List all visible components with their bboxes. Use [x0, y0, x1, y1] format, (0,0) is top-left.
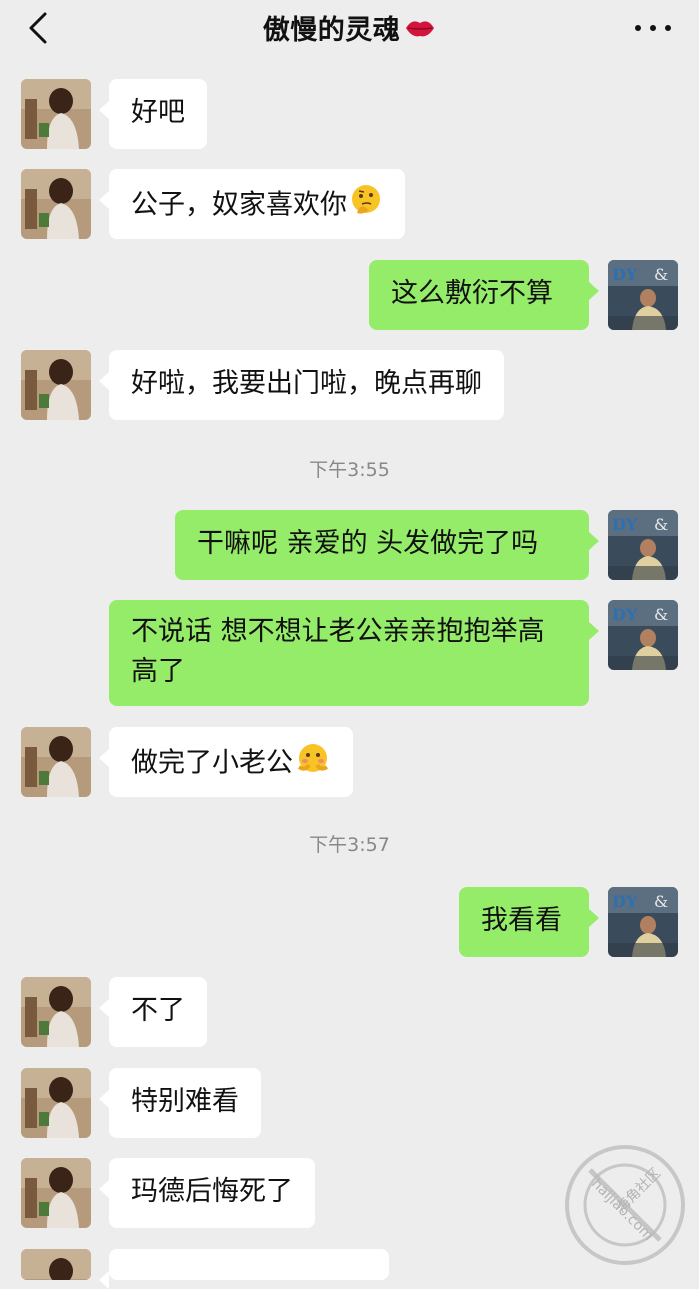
- message-bubble-incoming[interactable]: 做完了小老公: [99, 727, 353, 797]
- svg-text:DY: DY: [612, 515, 638, 534]
- more-dot: [635, 25, 641, 31]
- svg-text:&: &: [654, 265, 668, 284]
- avatar-self[interactable]: DY &: [608, 260, 678, 330]
- avatar-contact[interactable]: [21, 79, 91, 149]
- message-text: 公子，奴家喜欢你: [131, 189, 347, 221]
- message-bubble-outgoing[interactable]: 这么敷衍不算: [369, 260, 599, 330]
- svg-text:&: &: [654, 892, 668, 911]
- message-bubble-incoming[interactable]: 好吧: [99, 79, 207, 149]
- avatar-self[interactable]: DY &: [608, 887, 678, 957]
- avatar-self[interactable]: DY &: [608, 600, 678, 670]
- message-bubble-incoming[interactable]: 玛德后悔死了: [99, 1158, 315, 1228]
- more-dot: [650, 25, 656, 31]
- shy-face-icon: [295, 741, 331, 787]
- message-bubble-outgoing[interactable]: 干嘛呢 亲爱的 头发做完了吗: [175, 510, 599, 580]
- message-bubble-incoming[interactable]: 不了: [99, 977, 207, 1047]
- kiss-lips-icon: [404, 16, 436, 47]
- svg-text:DY: DY: [612, 265, 638, 284]
- more-dots-icon[interactable]: [635, 20, 671, 36]
- avatar-contact[interactable]: [21, 169, 91, 239]
- avatar-contact[interactable]: [21, 1158, 91, 1228]
- message-bubble-incoming[interactable]: 特别难看: [99, 1068, 261, 1138]
- svg-text:&: &: [654, 605, 668, 624]
- avatar-contact[interactable]: [21, 1068, 91, 1138]
- message-bubble-incoming[interactable]: 公子，奴家喜欢你: [99, 169, 405, 239]
- avatar-self[interactable]: DY &: [608, 510, 678, 580]
- message-text: 做完了小老公: [131, 747, 293, 779]
- more-dot: [665, 25, 671, 31]
- message-text: 不了: [131, 995, 185, 1026]
- message-bubble-incoming-partial[interactable]: [99, 1249, 389, 1289]
- svg-text:DY: DY: [612, 605, 638, 624]
- chat-header: 傲慢的灵魂: [0, 0, 699, 56]
- message-text: 特别难看: [131, 1086, 239, 1117]
- chat-title-text: 傲慢的灵魂: [262, 15, 401, 46]
- avatar-contact[interactable]: [21, 977, 91, 1047]
- message-bubble-outgoing[interactable]: 不说话 想不想让老公亲亲抱抱举高高了: [109, 600, 599, 706]
- timestamp: 下午3:55: [309, 459, 390, 481]
- chat-title: 傲慢的灵魂: [0, 8, 699, 47]
- avatar-contact[interactable]: [21, 1249, 91, 1280]
- thinking-face-icon: [349, 183, 383, 229]
- message-text: 不说话 想不想让老公亲亲抱抱举高高了: [131, 616, 545, 687]
- message-bubble-outgoing[interactable]: 我看看: [459, 887, 599, 957]
- message-text: 这么敷衍不算: [391, 278, 553, 309]
- message-text: 我看看: [481, 905, 562, 936]
- message-text: 好啦，我要出门啦，晚点再聊: [131, 368, 482, 399]
- avatar-contact[interactable]: [21, 350, 91, 420]
- watermark-logo: 海角社区 haijiao.com: [560, 1140, 690, 1270]
- message-text: 干嘛呢 亲爱的 头发做完了吗: [197, 528, 539, 559]
- message-text: 好吧: [131, 97, 185, 128]
- svg-text:DY: DY: [612, 892, 638, 911]
- message-text: 玛德后悔死了: [131, 1176, 293, 1207]
- message-bubble-incoming[interactable]: 好啦，我要出门啦，晚点再聊: [99, 350, 504, 420]
- avatar-contact[interactable]: [21, 727, 91, 797]
- svg-text:&: &: [654, 515, 668, 534]
- timestamp: 下午3:57: [309, 834, 390, 856]
